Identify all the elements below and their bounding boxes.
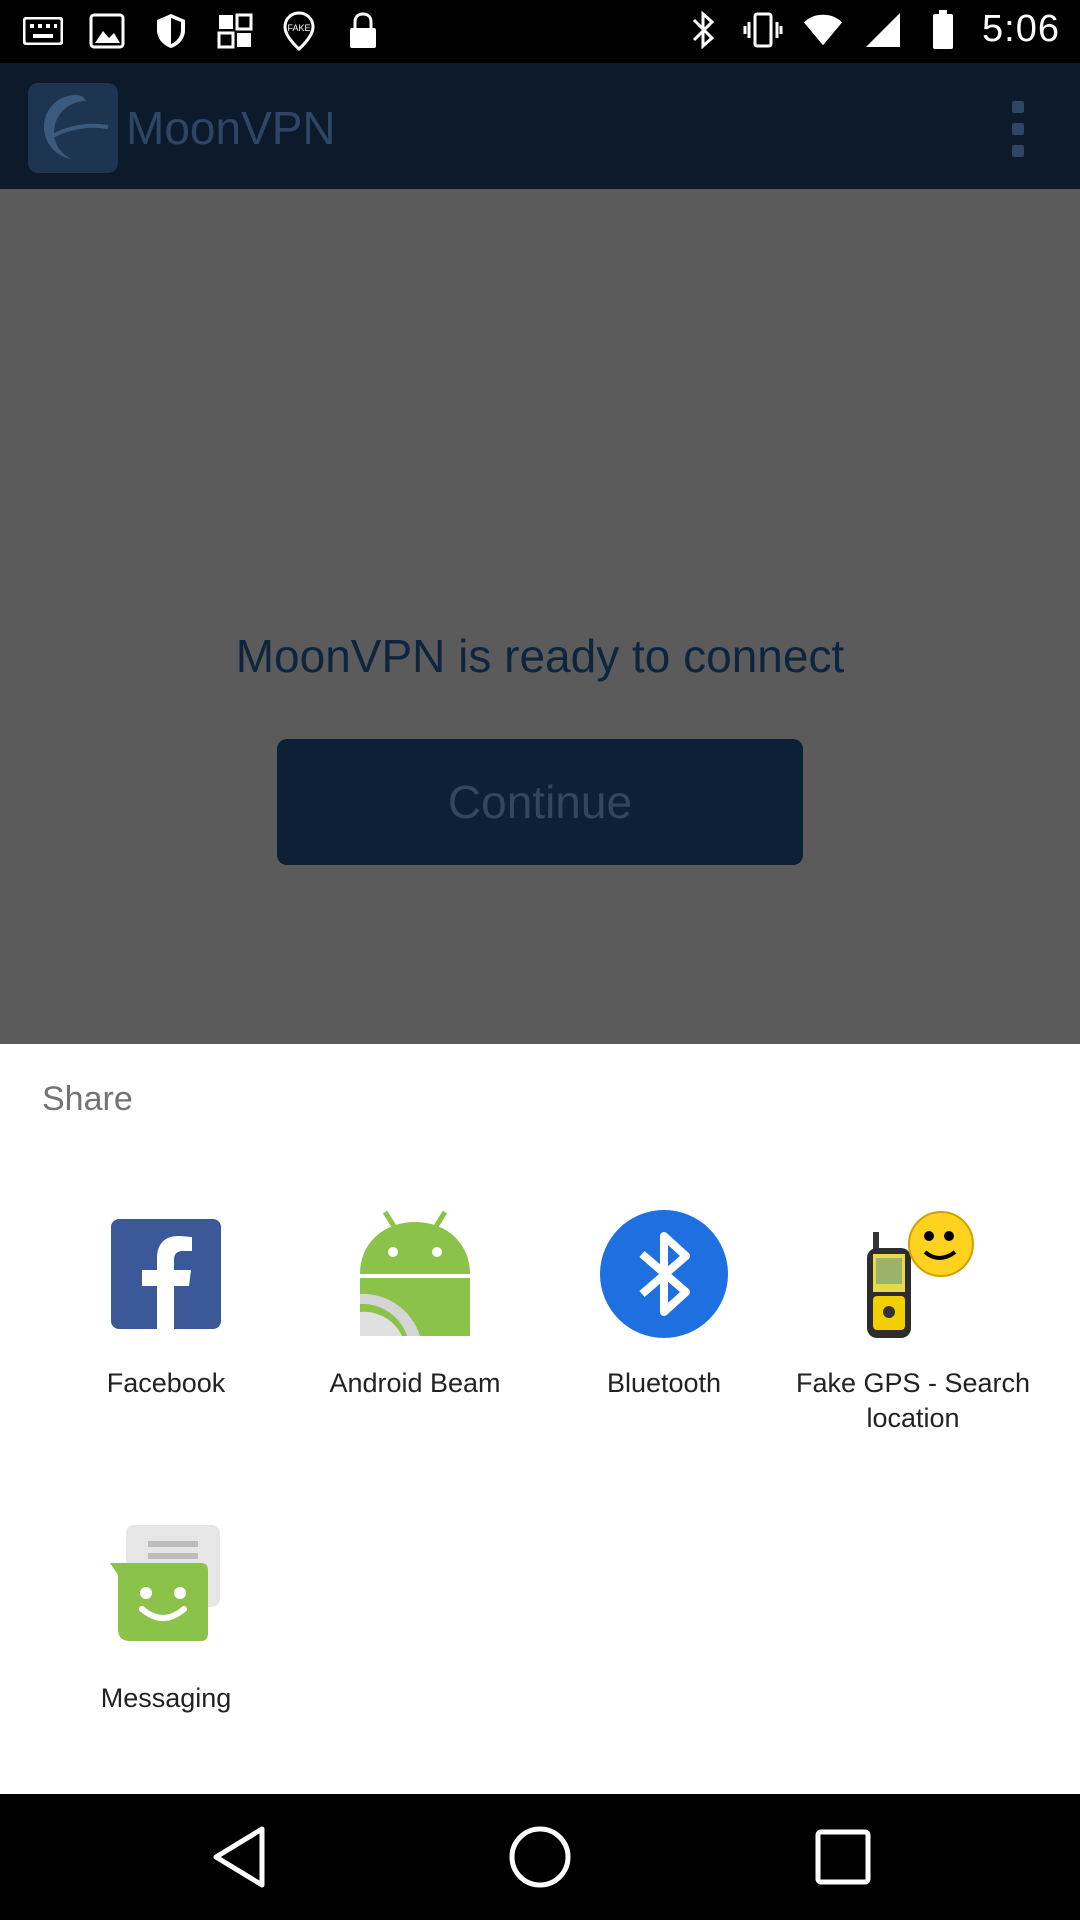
share-target-label: Messaging (100, 1683, 232, 1713)
main-content: MoonVPN is ready to connect Continue (0, 189, 1080, 1044)
image-icon (86, 10, 128, 52)
recents-icon[interactable] (808, 1822, 878, 1892)
bluetooth-icon (594, 1204, 734, 1344)
more-vert-icon[interactable] (1008, 101, 1028, 157)
moon-logo-icon (28, 83, 118, 173)
grid-icon (214, 10, 256, 52)
home-icon[interactable] (505, 1822, 575, 1892)
messaging-icon (96, 1519, 236, 1659)
vibrate-icon (742, 9, 784, 51)
shield-icon (150, 10, 192, 52)
share-target-label: Fake GPS - Search location (795, 1368, 1031, 1433)
share-target-facebook[interactable]: Facebook (36, 1204, 296, 1401)
keyboard-icon (22, 10, 64, 52)
lock-icon (342, 10, 384, 52)
share-sheet: Share Facebook Android Beam Bluetooth Fa… (0, 1044, 1080, 1794)
signal-icon (862, 9, 904, 51)
continue-button[interactable]: Continue (277, 739, 803, 865)
share-target-bluetooth[interactable]: Bluetooth (534, 1204, 794, 1401)
back-icon[interactable] (205, 1822, 275, 1892)
bluetooth-status-icon (682, 9, 724, 51)
clock: 5:06 (982, 8, 1060, 50)
fake-gps-icon (843, 1204, 983, 1344)
location-icon: FAKE (278, 10, 320, 52)
battery-icon (922, 9, 964, 51)
wifi-icon (802, 9, 844, 51)
svg-text:FAKE: FAKE (287, 23, 310, 33)
share-target-android-beam[interactable]: Android Beam (285, 1204, 545, 1401)
share-target-fake-gps[interactable]: Fake GPS - Search location (783, 1204, 1043, 1436)
share-target-messaging[interactable]: Messaging (36, 1519, 296, 1716)
navigation-bar (0, 1794, 1080, 1920)
app-bar: MoonVPN (0, 63, 1080, 189)
share-target-label: Android Beam (329, 1368, 501, 1398)
share-target-label: Facebook (106, 1368, 226, 1398)
share-target-label: Bluetooth (606, 1368, 722, 1398)
facebook-icon (96, 1204, 236, 1344)
app-title: MoonVPN (126, 102, 336, 154)
status-bar: FAKE 5:06 (0, 0, 1080, 63)
share-title: Share (42, 1080, 133, 1118)
status-message: MoonVPN is ready to connect (235, 630, 845, 682)
android-beam-icon (345, 1204, 485, 1344)
